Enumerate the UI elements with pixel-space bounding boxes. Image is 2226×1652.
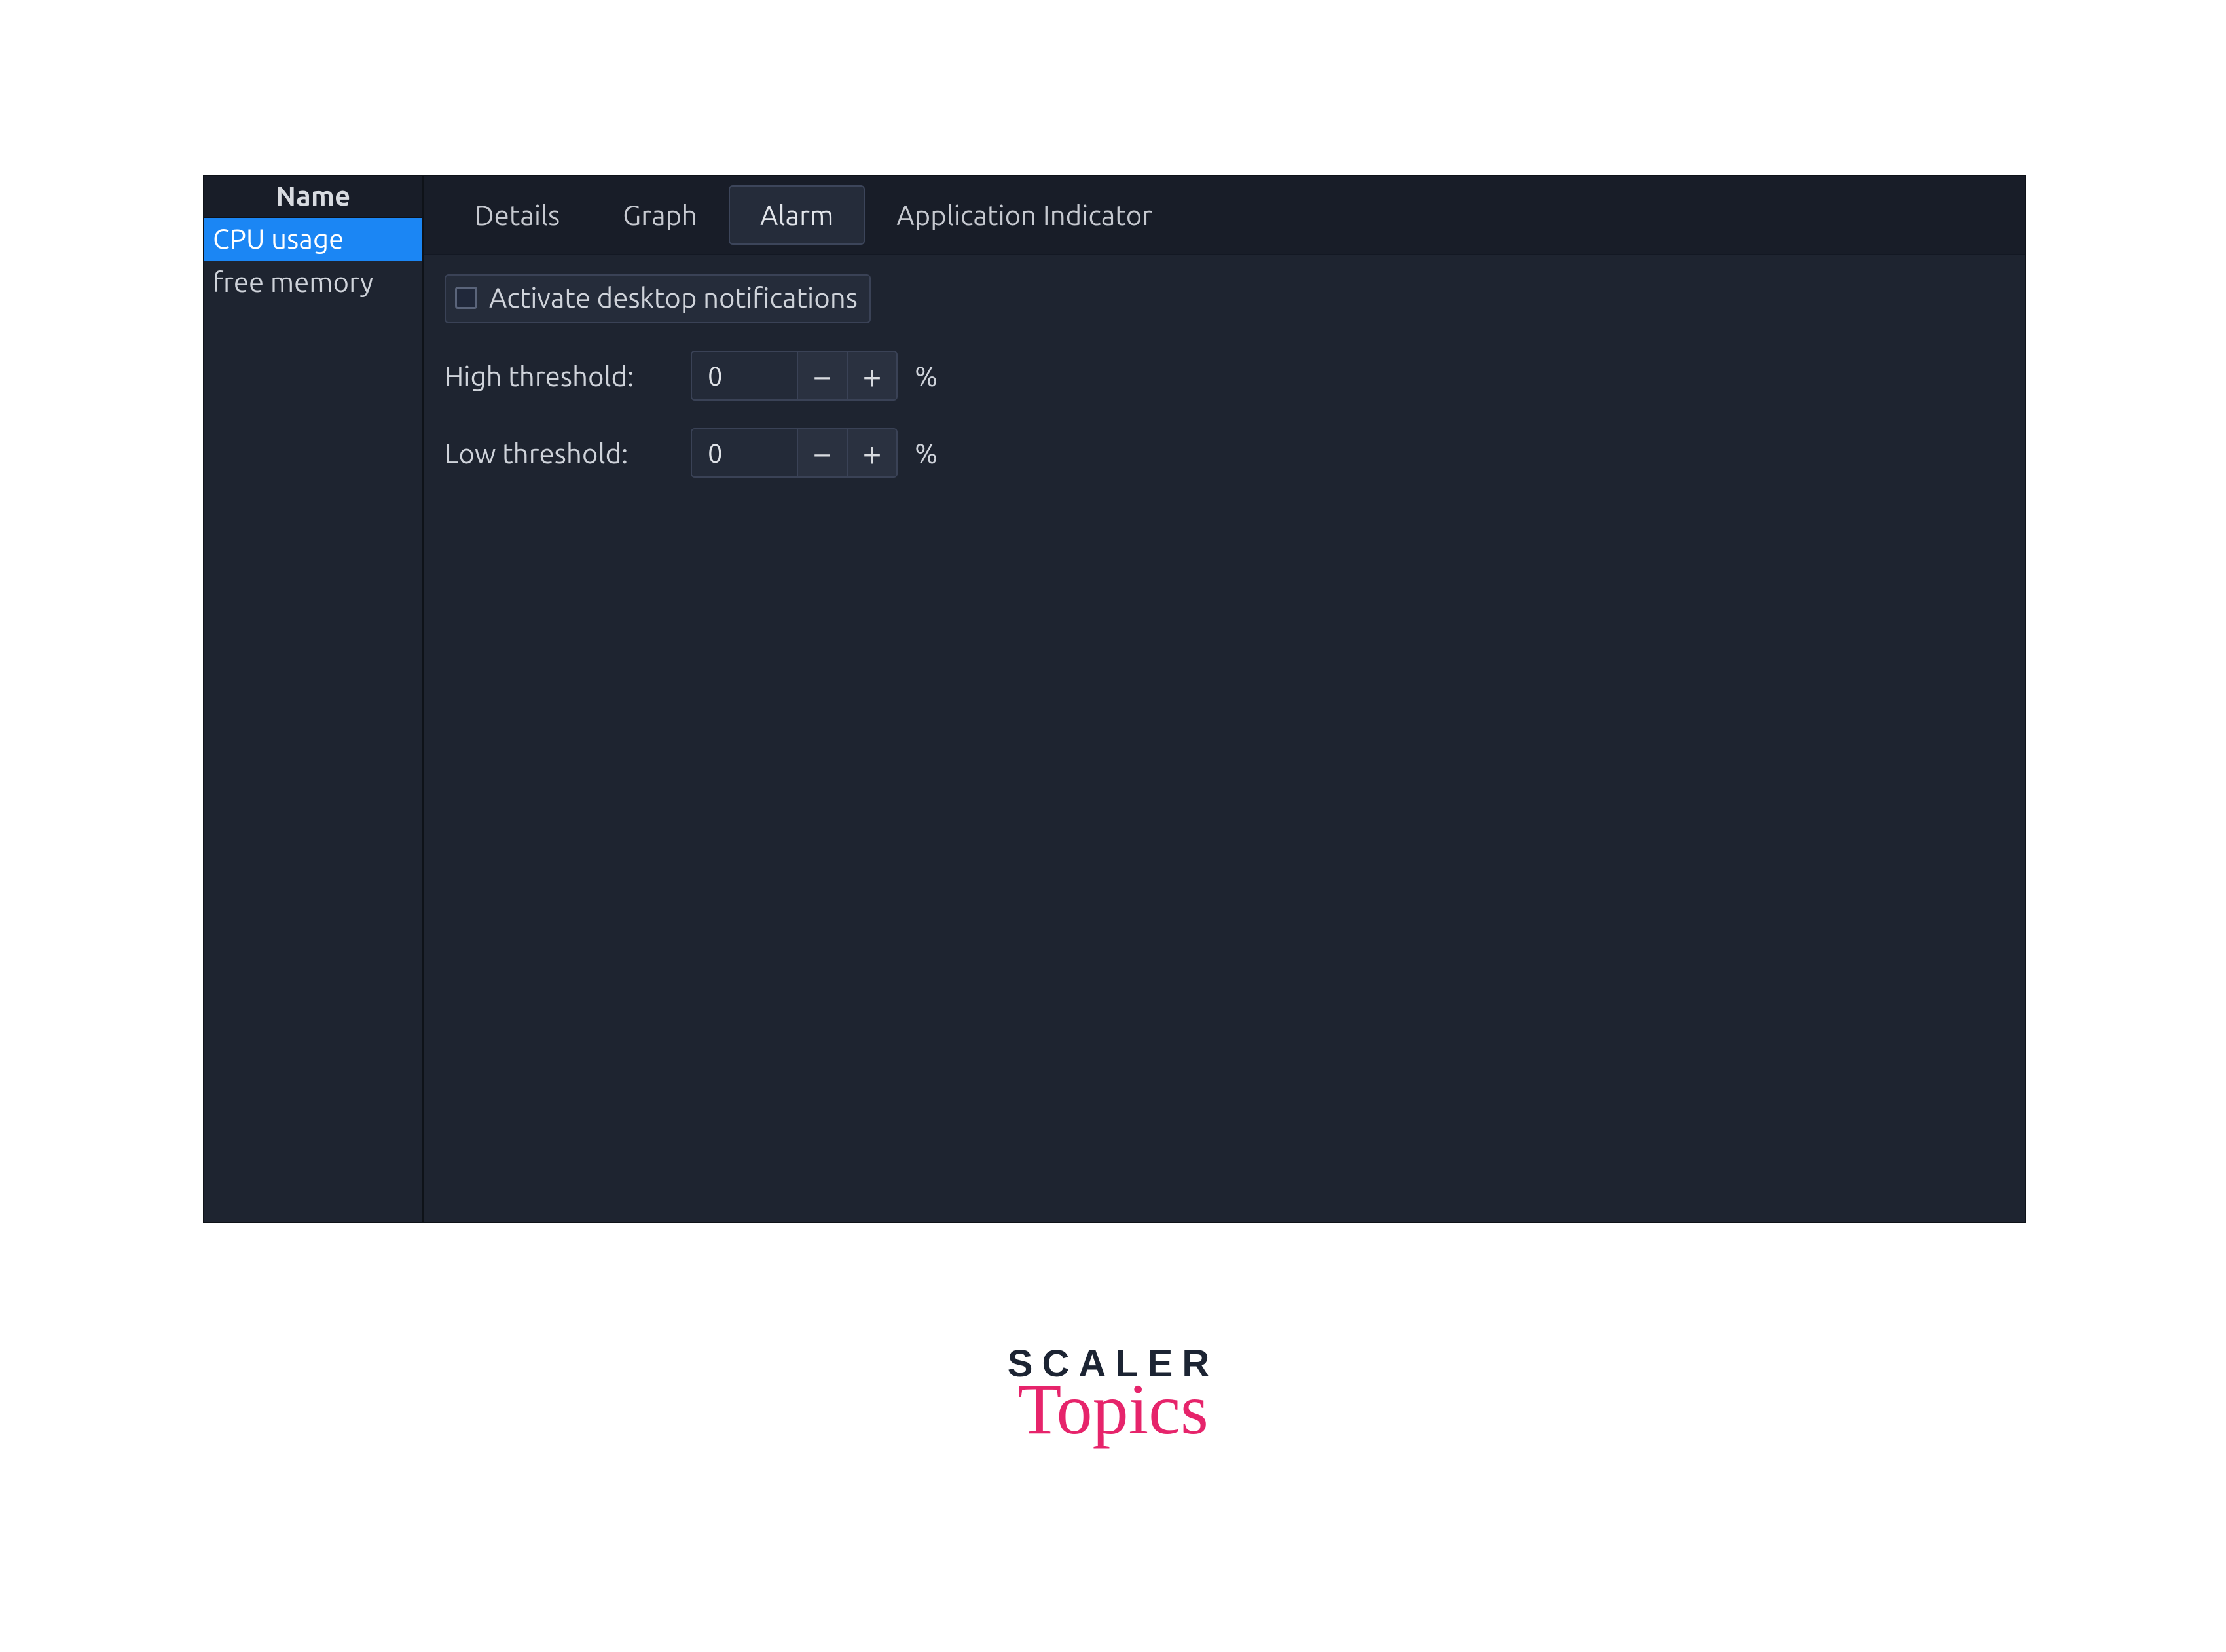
low-threshold-value[interactable]: 0 bbox=[692, 429, 797, 476]
low-threshold-increment[interactable]: + bbox=[847, 429, 896, 476]
alarm-tab-content: Activate desktop notifications High thre… bbox=[424, 255, 2025, 497]
tab-graph[interactable]: Graph bbox=[591, 185, 729, 245]
high-threshold-unit: % bbox=[911, 361, 938, 391]
scaler-topics-branding: SCALER Topics bbox=[0, 1342, 2226, 1438]
low-threshold-stepper[interactable]: 0 − + bbox=[691, 428, 898, 478]
low-threshold-label: Low threshold: bbox=[445, 438, 678, 469]
preferences-window: Name CPU usage free memory Details Graph… bbox=[203, 175, 2026, 1223]
main-panel: Details Graph Alarm Application Indicato… bbox=[424, 176, 2025, 1222]
high-threshold-decrement[interactable]: − bbox=[797, 352, 847, 399]
sidebar-item-label: free memory bbox=[213, 266, 373, 297]
high-threshold-value[interactable]: 0 bbox=[692, 352, 797, 399]
tab-alarm[interactable]: Alarm bbox=[729, 185, 865, 245]
sidebar-item-cpu-usage[interactable]: CPU usage bbox=[204, 218, 422, 261]
checkbox-box-icon bbox=[455, 287, 477, 309]
high-threshold-increment[interactable]: + bbox=[847, 352, 896, 399]
checkbox-label: Activate desktop notifications bbox=[489, 282, 858, 313]
high-threshold-label: High threshold: bbox=[445, 361, 678, 391]
plus-icon: + bbox=[862, 357, 881, 395]
sidebar-item-free-memory[interactable]: free memory bbox=[204, 261, 422, 304]
sidebar-item-label: CPU usage bbox=[213, 223, 344, 254]
low-threshold-row: Low threshold: 0 − + % bbox=[445, 428, 2004, 478]
tab-bar: Details Graph Alarm Application Indicato… bbox=[424, 176, 2025, 255]
tab-details[interactable]: Details bbox=[443, 185, 591, 245]
low-threshold-unit: % bbox=[911, 438, 938, 469]
minus-icon: − bbox=[812, 434, 831, 472]
branding-line-2: Topics bbox=[0, 1380, 2226, 1438]
minus-icon: − bbox=[812, 357, 831, 395]
sensor-list-sidebar: Name CPU usage free memory bbox=[204, 176, 424, 1222]
activate-notifications-checkbox[interactable]: Activate desktop notifications bbox=[445, 274, 871, 323]
high-threshold-row: High threshold: 0 − + % bbox=[445, 351, 2004, 401]
high-threshold-stepper[interactable]: 0 − + bbox=[691, 351, 898, 401]
tab-application-indicator[interactable]: Application Indicator bbox=[865, 185, 1184, 245]
plus-icon: + bbox=[862, 434, 881, 472]
low-threshold-decrement[interactable]: − bbox=[797, 429, 847, 476]
sidebar-header-name[interactable]: Name bbox=[204, 176, 422, 218]
